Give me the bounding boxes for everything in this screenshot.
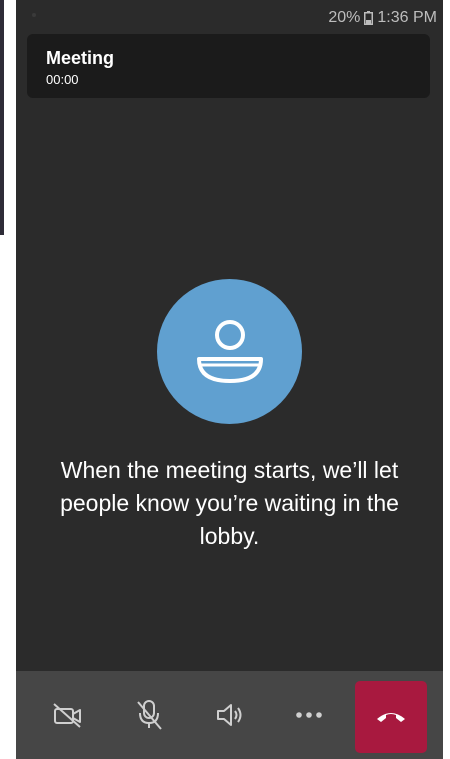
meeting-header[interactable]: Meeting 00:00 (27, 34, 430, 98)
meeting-timer: 00:00 (46, 72, 79, 87)
battery-icon (364, 11, 374, 25)
video-off-icon (53, 703, 81, 728)
notification-dot-icon (32, 13, 36, 17)
avatar (157, 279, 302, 424)
call-controls-bar (16, 671, 443, 759)
clock: 1:36 PM (377, 9, 437, 26)
speaker-icon (217, 704, 242, 726)
phone-hangup-icon (377, 713, 405, 722)
lobby-message: When the meeting starts, we’ll let peopl… (60, 457, 399, 549)
more-options-button[interactable] (281, 687, 337, 743)
more-horizontal-icon (296, 712, 322, 718)
mic-off-icon (137, 700, 162, 730)
status-right: 20% 1:36 PM (328, 9, 437, 27)
meeting-title: Meeting (46, 48, 115, 68)
window-edge (0, 0, 4, 235)
camera-off-button[interactable] (40, 687, 96, 743)
person-icon (197, 320, 263, 383)
status-bar: 20% 1:36 PM (16, 0, 443, 34)
speaker-button[interactable] (202, 687, 258, 743)
phone-screen: 20% 1:36 PM Meeting 00:00 When the meeti… (16, 0, 443, 759)
hang-up-button[interactable] (355, 681, 427, 753)
mute-button[interactable] (121, 687, 177, 743)
battery-percent: 20% (328, 9, 361, 26)
